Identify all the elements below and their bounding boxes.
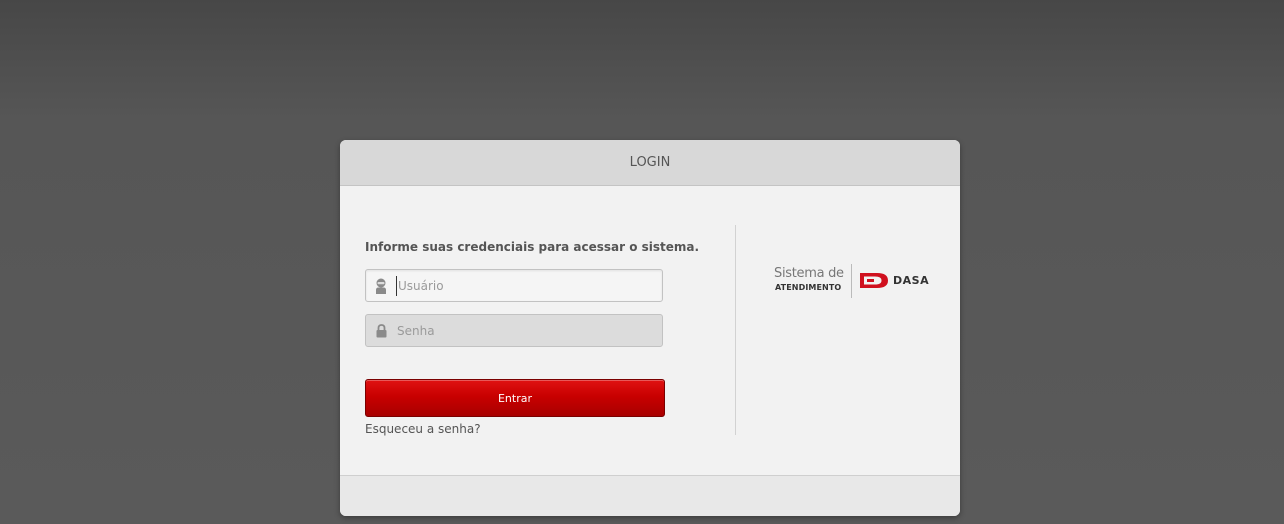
panel-body: Informe suas credenciais para acessar o … [340,186,960,475]
password-field[interactable] [365,314,663,347]
panel-title: LOGIN [629,155,671,170]
forgot-password-link[interactable]: Esqueceu a senha? [365,422,481,436]
lock-icon [366,315,396,346]
login-instructions: Informe suas credenciais para acessar o … [365,240,700,254]
brand-line1: Sistema de [774,266,844,281]
password-input[interactable] [396,320,647,341]
username-input[interactable] [396,275,648,296]
login-panel: LOGIN Informe suas credenciais para aces… [340,140,960,516]
brand-logo: Sistema de ATENDIMENTO DASA [774,264,944,300]
brand-company: DASA [893,274,930,287]
panel-header: LOGIN [340,140,960,186]
dasa-logo-icon [859,272,890,293]
brand-separator [851,264,852,298]
panel-footer [340,475,960,516]
vertical-divider [735,225,736,435]
login-button[interactable]: Entrar [365,379,665,417]
username-field[interactable] [365,269,663,302]
brand-line2: ATENDIMENTO [775,283,842,292]
user-icon [366,270,396,301]
